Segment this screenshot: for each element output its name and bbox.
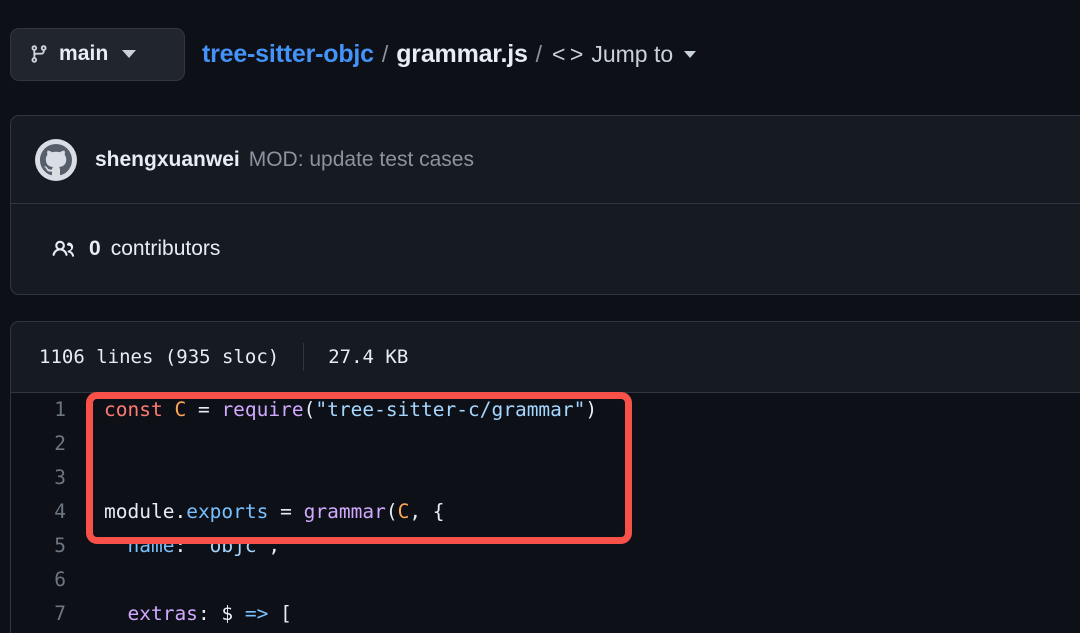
latest-commit-panel: shengxuanwei MOD: update test cases 0 con… bbox=[10, 115, 1080, 295]
code-token: ( bbox=[303, 398, 316, 421]
commit-row: shengxuanwei MOD: update test cases bbox=[11, 116, 1080, 204]
file-size: 27.4 KB bbox=[328, 346, 409, 368]
file-content-panel: 1106 lines (935 sloc) 27.4 KB 1 const C =… bbox=[10, 321, 1080, 633]
chevron-down-icon bbox=[122, 50, 137, 58]
code-token: C bbox=[174, 398, 187, 421]
line-number[interactable]: 1 bbox=[11, 393, 79, 427]
code-token: extras bbox=[127, 602, 198, 625]
code-line: 4 module.exports = grammar(C, { bbox=[11, 495, 1080, 529]
code-brackets-icon: < > bbox=[552, 40, 583, 67]
line-content[interactable]: module.exports = grammar(C, { bbox=[79, 495, 445, 529]
code-line: 5 name: 'objc', bbox=[11, 529, 1080, 563]
code-token: . bbox=[174, 500, 187, 523]
breadcrumb-separator: / bbox=[381, 40, 389, 67]
code-token: grammar bbox=[303, 500, 386, 523]
line-content[interactable]: const C = require("tree-sitter-c/grammar… bbox=[79, 393, 597, 427]
line-number[interactable]: 2 bbox=[11, 427, 79, 461]
line-number[interactable]: 6 bbox=[11, 563, 79, 597]
commit-author-label: shengxuanwei MOD: update test cases bbox=[95, 148, 474, 172]
jump-to-label: Jump to bbox=[591, 40, 674, 67]
code-token: C bbox=[397, 500, 410, 523]
code-token: , { bbox=[409, 500, 445, 523]
code-token: : bbox=[174, 534, 198, 557]
code-token: : $ bbox=[197, 602, 245, 625]
code-token: require bbox=[221, 398, 304, 421]
people-icon bbox=[51, 238, 76, 260]
breadcrumb-bar: main tree-sitter-objc / grammar.js / < >… bbox=[0, 0, 1080, 108]
jump-to-button[interactable]: < > Jump to bbox=[552, 40, 697, 68]
code-viewer[interactable]: 1 const C = require("tree-sitter-c/gramma… bbox=[11, 393, 1080, 633]
code-line: 6 bbox=[11, 563, 1080, 597]
code-token: = bbox=[268, 500, 304, 523]
line-content[interactable]: name: 'objc', bbox=[79, 529, 280, 563]
code-line: 2 bbox=[11, 427, 1080, 461]
code-token: "tree-sitter-c/grammar" bbox=[315, 398, 586, 421]
code-line: 3 bbox=[11, 461, 1080, 495]
contributors-label: contributors bbox=[110, 237, 221, 260]
code-token: module bbox=[104, 500, 175, 523]
contributors-row[interactable]: 0 contributors bbox=[11, 204, 1080, 294]
branch-name-label: main bbox=[59, 42, 109, 65]
line-number[interactable]: 4 bbox=[11, 495, 79, 529]
code-token: ( bbox=[385, 500, 398, 523]
code-token: => bbox=[244, 602, 269, 625]
chevron-down-icon bbox=[684, 50, 697, 58]
line-content[interactable]: extras: $ => [ bbox=[79, 597, 292, 631]
line-number[interactable]: 7 bbox=[11, 597, 79, 631]
file-line-count: 1106 lines (935 sloc) bbox=[39, 346, 280, 368]
commit-message[interactable]: MOD: update test cases bbox=[249, 148, 474, 171]
breadcrumb-file-name: grammar.js bbox=[396, 39, 528, 68]
code-token: [ bbox=[268, 602, 292, 625]
code-line: 7 extras: $ => [ bbox=[11, 597, 1080, 631]
line-number[interactable]: 5 bbox=[11, 529, 79, 563]
github-octocat-icon bbox=[40, 143, 72, 176]
code-line: 1 const C = require("tree-sitter-c/gramma… bbox=[11, 393, 1080, 427]
branch-selector-button[interactable]: main bbox=[10, 27, 185, 81]
commit-author-name[interactable]: shengxuanwei bbox=[95, 148, 240, 171]
code-token: , bbox=[268, 534, 281, 557]
breadcrumb-repo-link[interactable]: tree-sitter-objc bbox=[202, 40, 374, 69]
code-token: = bbox=[186, 398, 222, 421]
git-branch-icon bbox=[29, 43, 49, 65]
code-token: exports bbox=[186, 500, 269, 523]
breadcrumb-separator-2: / bbox=[535, 40, 543, 67]
code-token: name bbox=[127, 534, 175, 557]
contributors-count: 0 bbox=[89, 237, 101, 260]
file-meta-row: 1106 lines (935 sloc) 27.4 KB bbox=[11, 322, 1080, 393]
avatar[interactable] bbox=[35, 138, 77, 181]
code-token: 'objc' bbox=[197, 534, 269, 557]
code-token: ) bbox=[585, 398, 598, 421]
code-token: const bbox=[104, 398, 175, 421]
line-number[interactable]: 3 bbox=[11, 461, 79, 495]
meta-divider bbox=[303, 343, 305, 371]
breadcrumb: tree-sitter-objc / grammar.js / < > Jump… bbox=[202, 39, 697, 69]
